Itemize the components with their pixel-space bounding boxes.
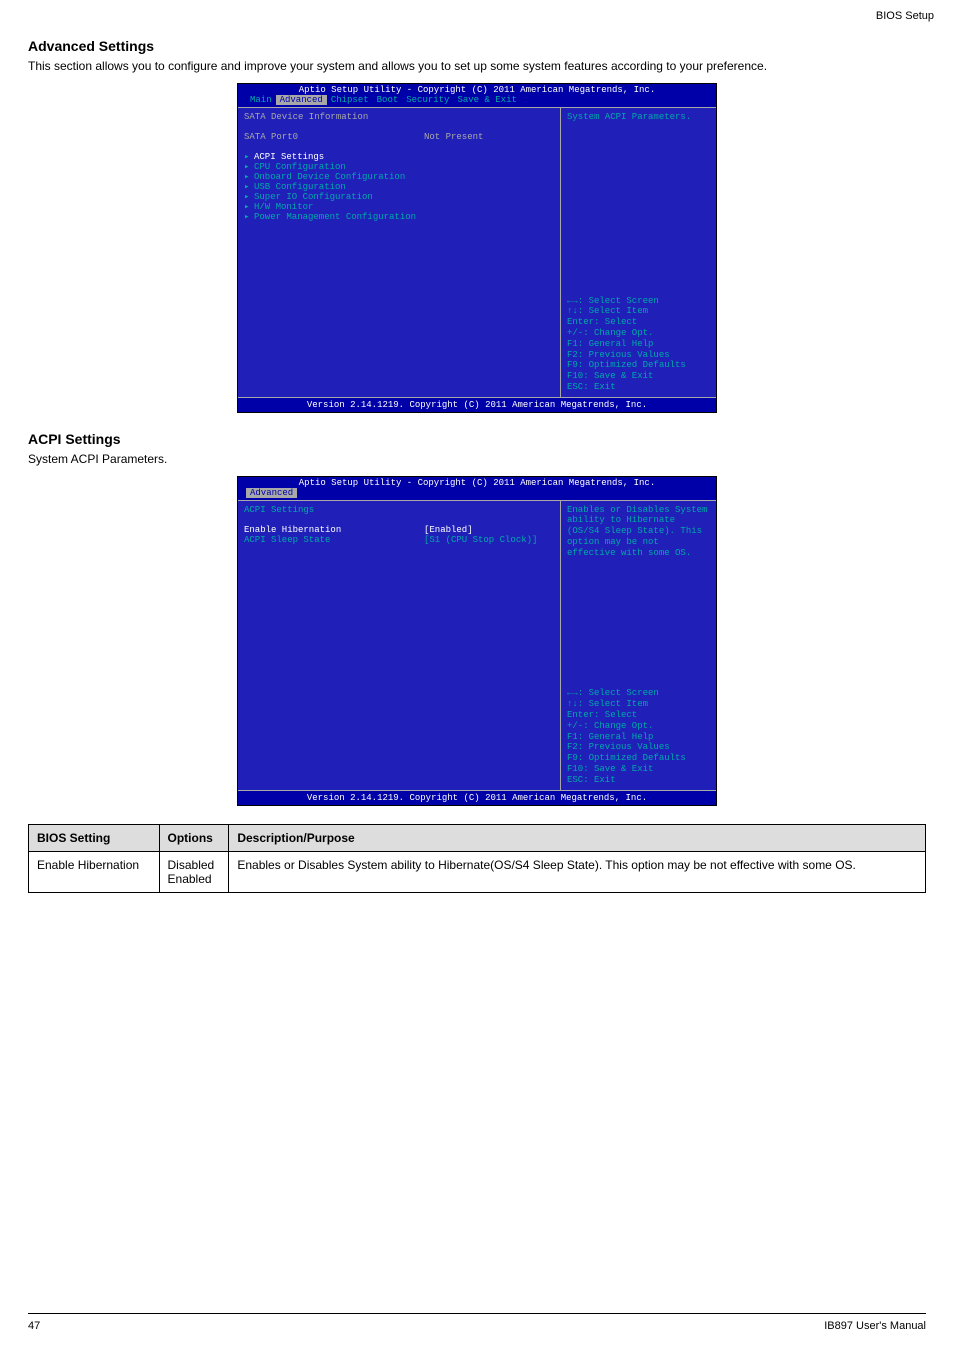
key-hint: +/-: Change Opt. [567,328,710,339]
sata-port-label: SATA Port0 [244,132,424,142]
table-header: BIOS Setting [29,824,160,851]
submenu-label: Power Management Configuration [254,212,416,222]
table-header: Options [159,824,229,851]
table-cell: Disabled Enabled [159,851,229,892]
table-cell: Enable Hibernation [29,851,160,892]
bios-left-pane: SATA Device Information SATA Port0 Not P… [238,108,561,397]
bios-tab-bar: Advanced [238,488,716,500]
submenu-marker-icon: ▸ [244,172,254,182]
key-hint: F9: Optimized Defaults [567,753,710,764]
page-footer: 47 IB897 User's Manual [28,1313,926,1332]
key-hint: ↑↓: Select Item [567,699,710,710]
submenu-usb-configuration[interactable]: ▸USB Configuration [244,182,554,192]
bios-footer: Version 2.14.1219. Copyright (C) 2011 Am… [238,397,716,412]
section-title-acpi: ACPI Settings [28,431,926,447]
bios-footer: Version 2.14.1219. Copyright (C) 2011 Am… [238,790,716,805]
page-header-right: BIOS Setup [876,10,934,22]
setting-row-acpi-sleep-state[interactable]: ACPI Sleep State[S1 (CPU Stop Clock)] [244,535,554,545]
submenu-onboard-device-configuration[interactable]: ▸Onboard Device Configuration [244,172,554,182]
bios-tab-advanced[interactable]: Advanced [276,95,327,105]
bios-tab-save-exit[interactable]: Save & Exit [453,95,520,105]
bios-right-pane: System ACPI Parameters. ←→: Select Scree… [561,108,716,397]
bios-right-pane: Enables or Disables System ability to Hi… [561,501,716,790]
bios-header: Aptio Setup Utility - Copyright (C) 2011… [238,477,716,488]
key-hint: ←→: Select Screen [567,688,710,699]
bios-help-text: Enables or Disables System ability to Hi… [567,505,710,559]
bios-settings-table: BIOS SettingOptionsDescription/Purpose E… [28,824,926,893]
key-hint: F1: General Help [567,339,710,350]
submenu-super-io-configuration[interactable]: ▸Super IO Configuration [244,192,554,202]
sata-port-value: Not Present [424,132,483,142]
bios-screenshot-advanced: Aptio Setup Utility - Copyright (C) 2011… [237,83,717,413]
submenu-label: Super IO Configuration [254,192,373,202]
key-hint: ←→: Select Screen [567,296,710,307]
key-hint: F10: Save & Exit [567,371,710,382]
key-hint: Enter: Select [567,710,710,721]
acpi-heading: ACPI Settings [244,505,554,515]
submenu-marker-icon: ▸ [244,182,254,192]
submenu-label: ACPI Settings [254,152,324,162]
setting-label: ACPI Sleep State [244,535,424,545]
bios-header: Aptio Setup Utility - Copyright (C) 2011… [238,84,716,95]
key-hint: F10: Save & Exit [567,764,710,775]
key-hint: F2: Previous Values [567,742,710,753]
key-hint: ESC: Exit [567,775,710,786]
bios-tab-advanced[interactable]: Advanced [246,488,297,498]
table-row: Enable HibernationDisabled EnabledEnable… [29,851,926,892]
setting-value: [S1 (CPU Stop Clock)] [424,535,537,545]
section-text-advanced: This section allows you to configure and… [28,58,926,75]
footer-manual-title: IB897 User's Manual [824,1320,926,1332]
sata-info-label: SATA Device Information [244,112,424,122]
submenu-marker-icon: ▸ [244,212,254,222]
bios-tab-boot[interactable]: Boot [373,95,403,105]
bios-screenshot-acpi: Aptio Setup Utility - Copyright (C) 2011… [237,476,717,806]
setting-label: Enable Hibernation [244,525,424,535]
key-hint: Enter: Select [567,317,710,328]
table-header: Description/Purpose [229,824,926,851]
key-hint: F2: Previous Values [567,350,710,361]
setting-value: [Enabled] [424,525,473,535]
submenu-label: USB Configuration [254,182,346,192]
key-hint: F1: General Help [567,732,710,743]
submenu-label: Onboard Device Configuration [254,172,405,182]
key-hint: ESC: Exit [567,382,710,393]
footer-page-number: 47 [28,1320,40,1332]
bios-help-text: System ACPI Parameters. [567,112,710,123]
submenu-marker-icon: ▸ [244,162,254,172]
table-cell: Enables or Disables System ability to Hi… [229,851,926,892]
submenu-acpi-settings[interactable]: ▸ACPI Settings [244,152,554,162]
bios-tab-chipset[interactable]: Chipset [327,95,373,105]
submenu-power-management-configuration[interactable]: ▸Power Management Configuration [244,212,554,222]
key-hint: ↑↓: Select Item [567,306,710,317]
key-hint: F9: Optimized Defaults [567,360,710,371]
section-title-advanced: Advanced Settings [28,38,926,54]
submenu-marker-icon: ▸ [244,152,254,162]
submenu-h-w-monitor[interactable]: ▸H/W Monitor [244,202,554,212]
submenu-cpu-configuration[interactable]: ▸CPU Configuration [244,162,554,172]
bios-tab-bar: MainAdvancedChipsetBootSecuritySave & Ex… [238,95,716,107]
section-text-acpi: System ACPI Parameters. [28,451,926,468]
submenu-marker-icon: ▸ [244,192,254,202]
submenu-label: CPU Configuration [254,162,346,172]
key-hint: +/-: Change Opt. [567,721,710,732]
submenu-marker-icon: ▸ [244,202,254,212]
submenu-label: H/W Monitor [254,202,313,212]
bios-tab-main[interactable]: Main [246,95,276,105]
bios-left-pane: ACPI Settings Enable Hibernation[Enabled… [238,501,561,790]
setting-row-enable-hibernation[interactable]: Enable Hibernation[Enabled] [244,525,554,535]
bios-tab-security[interactable]: Security [402,95,453,105]
